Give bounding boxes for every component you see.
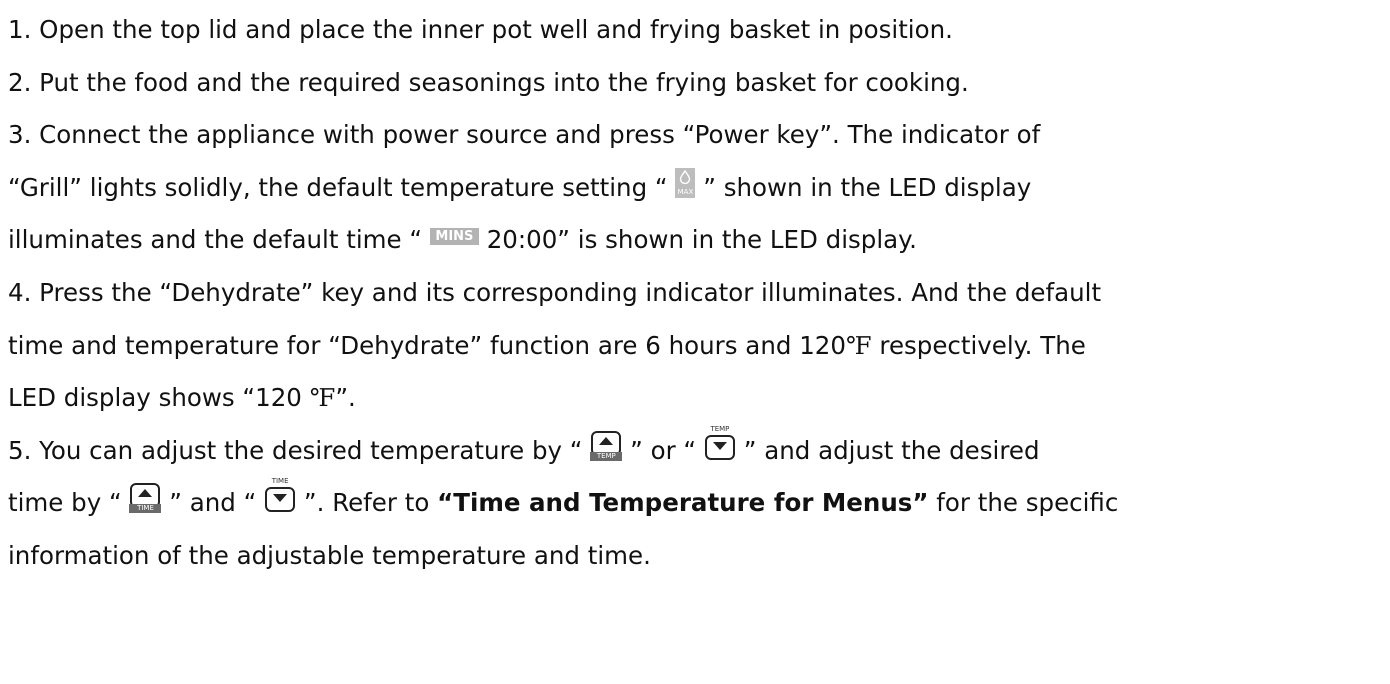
- text: time and temperature for “Dehydrate” fun…: [8, 330, 846, 360]
- temp-label: TEMP: [590, 451, 623, 461]
- mins-icon: MINS: [429, 227, 479, 245]
- text: illuminates and the default time “: [8, 225, 423, 255]
- time-down-icon: TIME: [264, 477, 297, 513]
- step-1: 1. Open the top lid and place the inner …: [8, 15, 953, 44]
- instructions: 1. Open the top lid and place the inner …: [8, 4, 1388, 583]
- text: for the specific: [928, 488, 1119, 518]
- step-2: 2. Put the food and the required seasoni…: [8, 67, 969, 97]
- temp-label: TEMP: [703, 424, 736, 434]
- text: ” shown in the LED display: [703, 172, 1032, 202]
- temp-up-icon: TEMP: [590, 428, 623, 461]
- text: 20:00” is shown in the LED display.: [486, 225, 917, 255]
- step-3-line-3: illuminates and the default time “ MINS …: [8, 214, 1388, 267]
- text: ” or “: [630, 435, 697, 465]
- temp-down-icon: TEMP: [703, 424, 736, 460]
- step-3-line-2: “Grill” lights solidly, the default temp…: [8, 162, 1388, 215]
- fahrenheit-symbol: ℉: [309, 383, 336, 413]
- text: 5. You can adjust the desired temperatur…: [8, 435, 583, 465]
- time-up-icon: TIME: [129, 481, 162, 514]
- max-label: MAX: [677, 187, 694, 196]
- step-4-line-2: time and temperature for “Dehydrate” fun…: [8, 320, 1388, 373]
- text: “Grill” lights solidly, the default temp…: [8, 172, 668, 202]
- step-5-line-2: time by “ TIME ” and “ TIME ”. Refer to …: [8, 477, 1388, 530]
- step-4-line-3: LED display shows “120 ℉”.: [8, 372, 1388, 425]
- max-temp-icon: MAX: [675, 167, 696, 198]
- text: ”.: [335, 383, 356, 413]
- step-3-line-1: 3. Connect the appliance with power sour…: [8, 120, 1041, 150]
- menus-reference: “Time and Temperature for Menus”: [437, 488, 929, 518]
- time-label: TIME: [264, 477, 297, 487]
- text: ”. Refer to: [303, 488, 438, 518]
- step-4-line-1: 4. Press the “Dehydrate” key and its cor…: [8, 277, 1102, 307]
- text: ” and adjust the desired: [743, 435, 1040, 465]
- text: LED display shows “120: [8, 383, 310, 413]
- text: ” and “: [169, 488, 257, 518]
- text: respectively. The: [871, 330, 1086, 360]
- text: time by “: [8, 488, 122, 518]
- step-5-line-1: 5. You can adjust the desired temperatur…: [8, 424, 1388, 478]
- fahrenheit-symbol: ℉: [845, 330, 872, 360]
- step-5-line-3: information of the adjustable temperatur…: [8, 540, 651, 570]
- time-label: TIME: [129, 504, 162, 514]
